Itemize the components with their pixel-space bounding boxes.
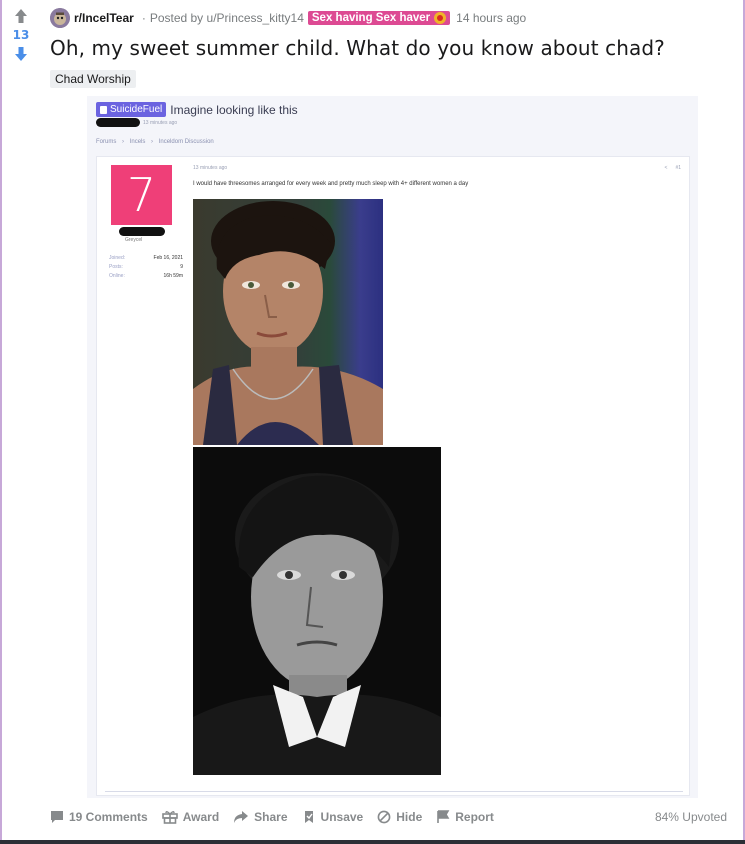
unsave-label: Unsave — [320, 810, 364, 824]
stat-row: Online: 16h 59m — [109, 273, 183, 279]
user-flair-text: Sex having Sex haver — [311, 12, 431, 24]
post-image[interactable]: SuicideFuel Imagine looking like this 13… — [87, 96, 698, 798]
post-header: r/IncelTear · Posted by u/Princess_kitty… — [50, 8, 526, 28]
subreddit-logo-icon — [50, 8, 70, 28]
breadcrumb-item: Incels — [129, 139, 146, 145]
vote-column: 13 — [2, 6, 40, 64]
unsave-icon — [304, 811, 313, 823]
stat-row: Joined: Feb 16, 2021 — [109, 255, 183, 261]
stat-row: Posts: 9 — [109, 264, 183, 270]
link-flair[interactable]: Chad Worship — [50, 70, 136, 88]
share-button[interactable]: Share — [233, 810, 288, 824]
window-bottom-edge — [0, 840, 745, 844]
downvote-arrow-icon — [15, 47, 27, 61]
flair-emoji-icon — [434, 12, 447, 24]
report-icon — [437, 810, 450, 823]
redacted-username — [96, 118, 140, 127]
comment-icon — [51, 811, 63, 823]
photo-color-portrait — [193, 199, 383, 445]
subreddit-link[interactable]: r/IncelTear — [74, 11, 134, 25]
thread-meta-time: 13 minutes ago — [143, 119, 178, 126]
hide-button[interactable]: Hide — [377, 810, 422, 824]
breadcrumb: Forums › Incels › Inceldom Discussion — [96, 139, 214, 145]
thread-title: Imagine looking like this — [170, 102, 298, 117]
user-role: Greycel — [125, 237, 143, 243]
post-title[interactable]: Oh, my sweet summer child. What do you k… — [50, 36, 665, 60]
award-label: Award — [182, 810, 220, 824]
thread-header: SuicideFuel Imagine looking like this — [96, 102, 298, 117]
user-flair: Sex having Sex haver — [307, 11, 451, 25]
forum-avatar: 7 — [111, 165, 172, 225]
share-icon — [234, 811, 249, 823]
post-actions: 19 Comments Award Share Unsave Hide Repo… — [50, 806, 508, 828]
share-label: Share — [254, 810, 288, 824]
breadcrumb-item: Inceldom Discussion — [158, 139, 214, 145]
upvote-arrow-icon — [15, 9, 27, 23]
comments-label: 19 Comments — [69, 810, 148, 824]
divider — [105, 791, 683, 792]
lock-icon — [100, 105, 107, 114]
forum-post-text: I would have threesomes arranged for eve… — [193, 181, 469, 187]
redacted-username — [119, 227, 165, 236]
posted-by-link[interactable]: Posted by u/Princess_kitty14 — [150, 11, 304, 25]
photo-bw-portrait — [193, 447, 441, 775]
separator-dot: · — [141, 11, 146, 25]
user-stats: Joined: Feb 16, 2021 Posts: 9 Online: 16h 5… — [109, 255, 183, 282]
post-timestamp[interactable]: 14 hours ago — [456, 11, 526, 25]
downvote-button[interactable] — [11, 44, 31, 64]
upvote-ratio: 84% Upvoted — [654, 810, 727, 824]
hide-icon — [377, 810, 391, 824]
site-badge: SuicideFuel — [96, 102, 167, 117]
upvote-button[interactable] — [11, 6, 31, 26]
unsave-button[interactable]: Unsave — [302, 810, 364, 824]
forum-post: 7 Greycel Joined: Feb 16, 2021 Posts: 9 On… — [96, 156, 690, 796]
vote-count: 13 — [12, 28, 30, 42]
award-button[interactable]: Award — [161, 810, 220, 824]
forum-post-time: 13 minutes ago — [193, 165, 228, 171]
report-label: Report — [455, 810, 494, 824]
site-badge-label: SuicideFuel — [110, 104, 163, 115]
forum-post-number: < #1 — [664, 165, 681, 171]
report-button[interactable]: Report — [436, 810, 494, 824]
hide-label: Hide — [396, 810, 423, 824]
comments-button[interactable]: 19 Comments — [50, 810, 148, 824]
award-icon — [161, 811, 178, 824]
breadcrumb-item: Forums — [96, 139, 117, 145]
thread-meta: 13 minutes ago — [96, 118, 177, 127]
subreddit-avatar[interactable] — [50, 8, 70, 28]
